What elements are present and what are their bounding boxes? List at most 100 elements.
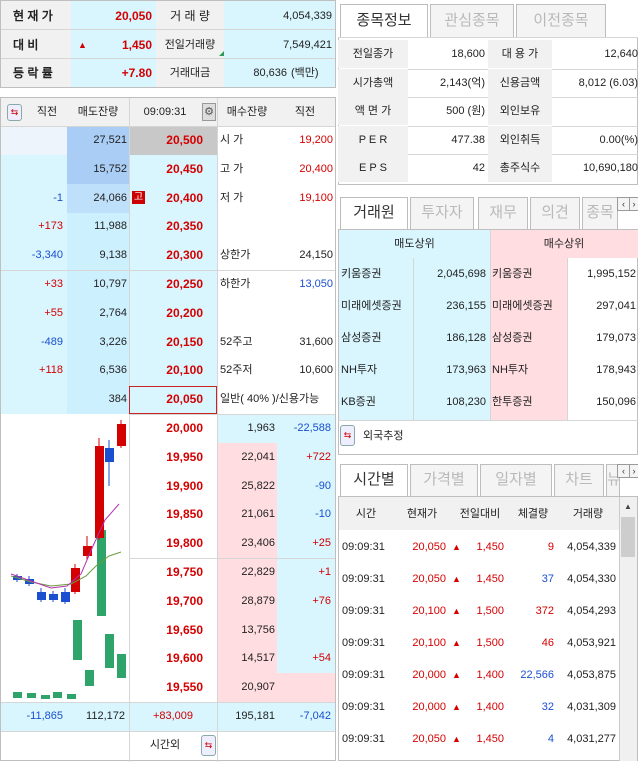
price-info-label: 52주고 [220, 335, 253, 348]
bottom-tab-scroll-right-icon[interactable]: › [629, 464, 638, 478]
bid-qty: 20,907 [241, 681, 275, 694]
tick-header: 현재가 [406, 508, 438, 520]
tab-0[interactable]: 종목정보 [340, 4, 428, 38]
tick-time: 09:09:31 [342, 701, 385, 713]
ask-price[interactable]: 20,100 [129, 356, 203, 384]
broker-tab-4[interactable]: 종목 [582, 197, 618, 229]
scroll-thumb[interactable] [621, 517, 635, 557]
price-info-value: 31,600 [299, 335, 333, 348]
volume-bar [105, 634, 114, 668]
tick-price: 20,050 [412, 733, 446, 745]
settings-gear-icon[interactable]: ⚙ [202, 103, 216, 121]
tick-price: 20,000 [412, 669, 446, 681]
bid-price[interactable]: 19,550 [129, 673, 203, 701]
tick-tab-1[interactable]: 가격별 [410, 464, 478, 496]
prev2-header: 직전 [294, 106, 316, 118]
bid-price[interactable]: 19,950 [129, 443, 203, 471]
change-value: 1,450 [121, 38, 152, 52]
after-hours-toggle-icon[interactable]: ⇆ [201, 735, 216, 756]
bid-price[interactable]: 19,700 [129, 587, 203, 615]
buy-broker-volume: 297,041 [596, 300, 636, 312]
ask-prev-change: +173 [38, 220, 63, 233]
tick-quantity: 9 [547, 541, 554, 553]
tick-header: 체결량 [517, 508, 549, 520]
broker-panel: 거래원 투자자 재무 의견 종목 ‹ › 매도상위 매수상위 키움증권 2,045,698… [338, 195, 638, 455]
tick-price: 20,100 [412, 605, 446, 617]
tab-2[interactable]: 이전종목 [516, 4, 606, 38]
sell-broker-volume: 186,128 [446, 332, 486, 344]
tick-quantity: 22,566 [520, 669, 554, 681]
ask-price[interactable]: 20,300 [129, 241, 203, 269]
broker-tab-3[interactable]: 의견 [530, 197, 580, 229]
bid-price[interactable]: 19,750 [129, 558, 203, 586]
bid-price[interactable]: 19,600 [129, 644, 203, 672]
up-arrow-icon: ▲ [78, 40, 87, 50]
candle-body [105, 448, 114, 462]
tick-header: 전일대비 [459, 508, 501, 520]
ask-price[interactable]: 20,200 [129, 299, 203, 327]
bid-qty: 25,822 [241, 479, 275, 492]
current-price-value: 20,050 [115, 9, 152, 23]
bid-price[interactable]: 20,000 [129, 414, 203, 442]
broker-tab-2[interactable]: 재무 [478, 197, 528, 229]
bid-price[interactable]: 19,800 [129, 529, 203, 557]
sell-broker-volume: 2,045,698 [437, 268, 486, 280]
volume-bar [117, 654, 126, 678]
bid-prev-change: +1 [318, 566, 331, 578]
buy-broker-volume: 179,073 [596, 332, 636, 344]
bid-qty: 22,041 [241, 450, 275, 463]
bid-price[interactable]: 19,850 [129, 500, 203, 528]
ask-price[interactable]: 20,150 [129, 328, 203, 356]
bid-price[interactable]: 19,900 [129, 472, 203, 500]
bid-qty: 22,829 [241, 566, 275, 578]
broker-tab-0[interactable]: 거래원 [340, 197, 408, 229]
stock-info-panel: 종목정보 관심종목 이전종목 전일종가 18,600 대 용 가 12,640 시가총액 2,… [338, 0, 638, 185]
info-value: 42 [472, 162, 485, 174]
volume-bar [97, 530, 106, 616]
total-bid-qty: 195,181 [235, 710, 275, 722]
tick-change: 1,500 [476, 637, 504, 649]
ask-price[interactable]: 20,350 [129, 212, 203, 240]
buy-broker-name: 한투증권 [492, 396, 533, 408]
summary-panel: 현 재 가 20,050 거 래 량 4,054,339 대 비 ▲ 1,450… [0, 0, 336, 88]
tick-change: 1,500 [476, 605, 504, 617]
high-badge-icon: 고 [132, 190, 145, 204]
tick-price: 20,050 [412, 541, 446, 553]
prev-toggle-icon[interactable]: ⇆ [7, 104, 22, 121]
price-info-label: 52주저 [220, 364, 253, 377]
tab-1[interactable]: 관심종목 [430, 4, 514, 38]
bid-prev-change: +76 [312, 594, 331, 607]
volume-bar [27, 693, 36, 698]
candle-body [37, 592, 46, 600]
bid-prev-change: -90 [315, 479, 331, 492]
ask-qty-header: 매도잔량 [77, 106, 119, 118]
current-price-label: 현 재 가 [13, 9, 53, 23]
tick-tab-0[interactable]: 시간별 [340, 464, 408, 496]
buy-broker-name: 미래에셋증권 [492, 300, 553, 312]
ask-prev-change: -1 [53, 191, 63, 204]
time-header: 09:09:31 [143, 106, 187, 118]
broker-tab-1[interactable]: 투자자 [410, 197, 474, 229]
tick-volume: 4,053,875 [567, 669, 616, 681]
tick-tab-2[interactable]: 일자별 [480, 464, 552, 496]
up-arrow-icon: ▲ [452, 734, 461, 744]
bid-qty-header: 매수잔량 [226, 106, 268, 118]
foreign-toggle-icon[interactable]: ⇆ [340, 425, 355, 446]
after-hours-label: 시간외 [149, 739, 181, 751]
ask-price[interactable]: 20,500 [129, 126, 203, 154]
info-value: 477.38 [451, 133, 485, 146]
bid-price[interactable]: 19,650 [129, 616, 203, 644]
ask-qty: 24,066 [93, 191, 127, 204]
bid-qty: 23,406 [241, 537, 275, 550]
ask-prev-change: +55 [44, 306, 63, 319]
info-label: P E R [338, 125, 408, 154]
tick-tab-3[interactable]: 차트 [554, 464, 604, 496]
tick-volume: 4,054,339 [567, 541, 616, 553]
price-info-value: 10,600 [299, 364, 333, 377]
scroll-up-icon[interactable]: ▲ [621, 500, 635, 514]
ask-price[interactable]: 20,250 [129, 270, 203, 298]
ask-price[interactable]: 20,450 [129, 155, 203, 183]
bid-qty: 1,963 [247, 422, 275, 434]
tab-scroll-right-icon[interactable]: › [629, 197, 638, 211]
bid-prev-change: -10 [315, 508, 331, 521]
